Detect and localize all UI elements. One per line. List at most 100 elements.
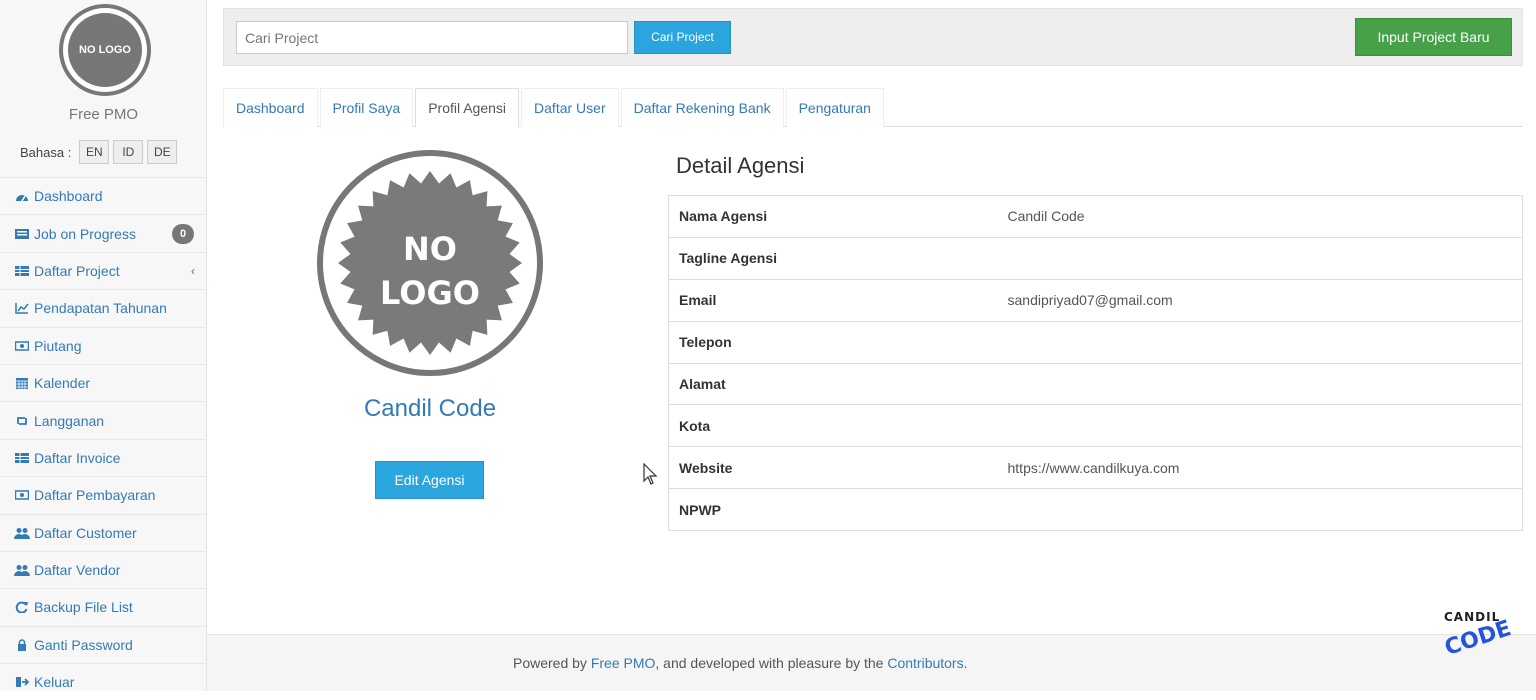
sidebar-item-label: Backup File List: [34, 599, 133, 616]
job-count-badge: 0: [172, 224, 194, 245]
line-chart-icon: [14, 302, 30, 315]
sidebar-item-label: Daftar Vendor: [34, 562, 121, 579]
no-logo-seal-icon: NO LOGO: [338, 171, 522, 355]
sidebar-item-kalender[interactable]: Kalender: [0, 363, 207, 401]
detail-key: Tagline Agensi: [668, 236, 998, 280]
dashboard-icon: [14, 190, 30, 202]
detail-row: Nama Agensi Candil Code: [668, 195, 1523, 238]
no-logo-badge: NO LOGO: [68, 13, 142, 87]
users-icon: [14, 527, 30, 539]
language-label: Bahasa :: [20, 144, 72, 160]
project-search-input[interactable]: [236, 21, 628, 54]
edit-agency-button[interactable]: Edit Agensi: [375, 461, 484, 499]
agency-detail-table: Nama Agensi Candil Code Tagline Agensi Emai…: [668, 195, 1523, 532]
detail-key: Website: [668, 446, 998, 489]
contributors-link[interactable]: Contributors: [887, 655, 963, 671]
detail-row: Alamat: [668, 362, 1523, 405]
sidebar-item-label: Piutang: [34, 337, 82, 354]
sidebar-item-backup-file-list[interactable]: Backup File List: [0, 588, 207, 625]
sidebar-item-daftar-project[interactable]: Daftar Project ‹: [0, 251, 207, 289]
sidebar-item-pendapatan-tahunan[interactable]: Pendapatan Tahunan: [0, 289, 207, 326]
lang-de-button[interactable]: DE: [147, 140, 178, 164]
tab-daftar-user[interactable]: Daftar User: [521, 88, 619, 127]
sidebar-item-daftar-customer[interactable]: Daftar Customer: [0, 513, 207, 551]
language-switcher: Bahasa : EN ID DE: [20, 140, 178, 164]
mouse-cursor-icon: [643, 463, 658, 485]
detail-key: Alamat: [668, 362, 998, 405]
detail-value: [997, 362, 1523, 405]
logo-line-1: NO: [403, 230, 457, 268]
detail-row: Email sandipriyad07@gmail.com: [668, 278, 1523, 322]
sidebar-item-job-on-progress[interactable]: Job on Progress 0: [0, 214, 207, 251]
detail-key: Telepon: [668, 320, 998, 364]
detail-value: Candil Code: [997, 195, 1523, 238]
brand-name: Free PMO: [68, 106, 139, 123]
sidebar: NO LOGO Free PMO Bahasa : EN ID DE Dashb…: [0, 0, 207, 691]
sidebar-item-label: Dashboard: [34, 188, 103, 205]
sidebar-item-label: Daftar Customer: [34, 524, 137, 541]
detail-row: Telepon: [668, 320, 1523, 364]
retweet-icon: [14, 415, 30, 427]
settings-tabs: Dashboard Profil Saya Profil Agensi Daft…: [223, 88, 1523, 128]
footer-suffix: .: [963, 655, 968, 671]
users-icon: [14, 564, 30, 577]
sidebar-item-label: Keluar: [34, 674, 75, 691]
detail-key: Kota: [668, 404, 998, 447]
detail-value: sandipriyad07@gmail.com: [997, 278, 1523, 322]
footer-middle: , and developed with pleasure by the: [655, 655, 888, 671]
footer-text: Powered by Free PMO, and developed with …: [513, 655, 968, 671]
detail-value: [997, 320, 1523, 364]
tab-profil-saya[interactable]: Profil Saya: [319, 88, 414, 127]
new-project-button[interactable]: Input Project Baru: [1355, 18, 1512, 56]
sidebar-item-keluar[interactable]: Keluar: [0, 663, 207, 700]
sidebar-item-label: Langganan: [34, 412, 105, 429]
agency-logo: NO LOGO: [317, 150, 543, 376]
tab-daftar-rekening-bank[interactable]: Daftar Rekening Bank: [620, 88, 784, 127]
detail-row: NPWP: [668, 488, 1523, 531]
footer-prefix: Powered by: [513, 655, 591, 671]
table-icon: [14, 265, 30, 277]
lock-icon: [14, 639, 30, 651]
sidebar-item-daftar-invoice[interactable]: Daftar Invoice: [0, 438, 207, 476]
sidebar-nav: Dashboard Job on Progress 0 Daftar Proje…: [0, 177, 207, 700]
list-icon: [14, 228, 30, 240]
sidebar-item-label: Kalender: [34, 375, 91, 392]
detail-value: [997, 236, 1523, 280]
sidebar-item-label: Pendapatan Tahunan: [34, 300, 167, 317]
detail-key: NPWP: [668, 488, 998, 531]
tab-pengaturan[interactable]: Pengaturan: [785, 88, 884, 127]
detail-value: https://www.candilkuya.com: [997, 446, 1523, 489]
sidebar-item-ganti-password[interactable]: Ganti Password: [0, 625, 207, 663]
tab-dashboard[interactable]: Dashboard: [223, 88, 318, 127]
tab-profil-agensi[interactable]: Profil Agensi: [415, 88, 520, 128]
chevron-left-icon: ‹: [191, 263, 195, 278]
detail-key: Nama Agensi: [668, 195, 998, 238]
search-project-button[interactable]: Cari Project: [634, 21, 731, 54]
sidebar-item-dashboard[interactable]: Dashboard: [0, 177, 207, 214]
detail-key: Email: [668, 278, 998, 322]
sidebar-item-label: Ganti Password: [34, 636, 133, 653]
footer: Powered by Free PMO, and developed with …: [207, 634, 1536, 691]
calendar-icon: [14, 377, 30, 390]
table-icon: [14, 452, 30, 464]
sign-out-icon: [14, 676, 30, 688]
detail-value: [997, 488, 1523, 531]
agency-name: Candil Code: [363, 395, 497, 422]
detail-row: Website https://www.candilkuya.com: [668, 446, 1523, 489]
sidebar-item-langganan[interactable]: Langganan: [0, 401, 207, 438]
free-pmo-link[interactable]: Free PMO: [591, 655, 656, 671]
sidebar-logo: NO LOGO: [59, 4, 151, 96]
detail-row: Tagline Agensi: [668, 236, 1523, 280]
lang-id-button[interactable]: ID: [113, 140, 144, 164]
logo-line-2: LOGO: [380, 274, 480, 312]
sidebar-item-daftar-vendor[interactable]: Daftar Vendor: [0, 550, 207, 588]
sidebar-item-label: Daftar Invoice: [34, 449, 121, 466]
candil-code-watermark: CANDIL CODE: [1442, 610, 1524, 670]
sidebar-item-daftar-pembayaran[interactable]: Daftar Pembayaran: [0, 476, 207, 513]
watermark-line-1: CANDIL: [1444, 610, 1501, 624]
lang-en-button[interactable]: EN: [79, 140, 110, 164]
sidebar-item-piutang[interactable]: Piutang: [0, 326, 207, 364]
sidebar-item-label: Daftar Project: [34, 262, 120, 279]
detail-value: [997, 404, 1523, 447]
top-search-bar: Cari Project Input Project Baru: [223, 8, 1523, 66]
